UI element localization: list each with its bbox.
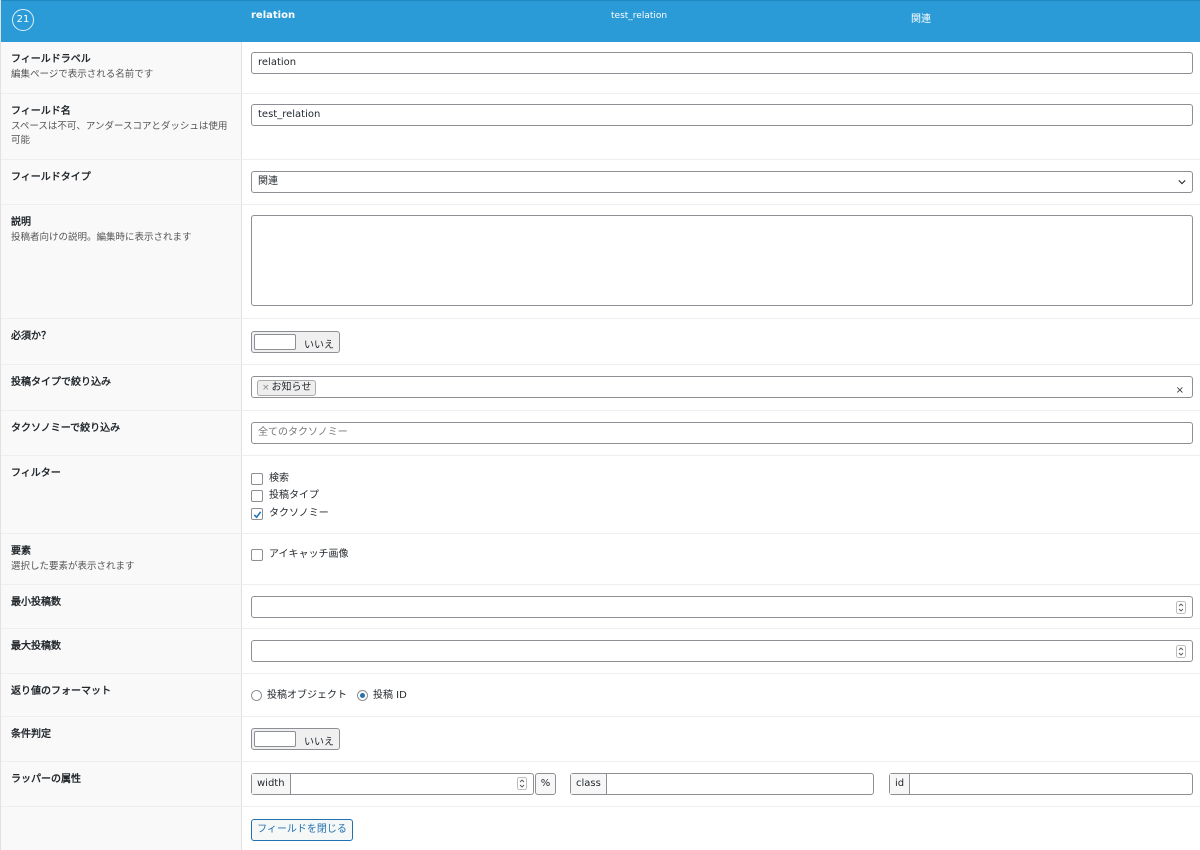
row-field-name: フィールド名 スペースは不可、アンダースコアとダッシュは使用可能 test_re… [1,94,1200,160]
field-name-title: フィールド名 [11,106,71,117]
clear-selection-icon[interactable]: × [1176,381,1184,401]
post-object-radio[interactable] [251,690,262,701]
return-option-post-object[interactable]: 投稿オブジェクト [251,689,351,703]
filter-taxonomy-label: タクソノミー [269,508,329,519]
row-return-format: 返り値のフォーマット 投稿オブジェクト 投稿 ID [1,674,1200,717]
row-post-type: 投稿タイプで絞り込み × お知らせ × [1,365,1200,411]
field-type-select[interactable]: 関連 [251,171,1193,193]
close-field-button[interactable]: フィールドを閉じる [251,819,353,841]
row-footer: フィールドを閉じる [1,807,1200,850]
instructions-title: 説明 [11,217,31,228]
checkmark-icon [253,511,262,519]
row-conditional: 条件判定 いいえ [1,717,1200,762]
header-field-type: 関連 [911,14,931,25]
tag-remove-icon[interactable]: × [262,383,270,393]
row-max-posts: 最大投稿数 [1,629,1200,674]
chevron-down-icon [1178,180,1186,185]
max-posts-title: 最大投稿数 [11,641,61,652]
taxonomy-select[interactable]: 全てのタクソノミー [251,422,1193,444]
row-wrapper: ラッパーの属性 width % class id [1,762,1200,807]
conditional-title: 条件判定 [11,729,51,740]
field-label-title: フィールドラベル [11,54,91,65]
field-type-title: フィールドタイプ [11,172,91,183]
number-spinner-icon[interactable] [1176,645,1186,658]
wrapper-width-input[interactable]: width [251,773,534,795]
elements-title: 要素 [11,546,31,557]
required-toggle[interactable]: いいえ [251,331,340,353]
instructions-desc: 投稿者向けの説明。編集時に表示されます [11,232,192,243]
field-label-desc: 編集ページで表示される名前です [11,69,154,80]
elements-desc: 選択した要素が表示されます [11,561,135,572]
row-elements: 要素 選択した要素が表示されます アイキャッチ画像 [1,534,1200,585]
required-title: 必須か？ [11,331,51,342]
wrapper-width-label: width [252,774,291,794]
return-option-post-id[interactable]: 投稿 ID [357,689,417,703]
taxonomy-placeholder: 全てのタクソノミー [258,427,348,438]
number-spinner-icon[interactable] [517,777,527,790]
field-type-value: 関連 [258,176,278,187]
featured-image-label: アイキャッチ画像 [269,549,349,560]
post-type-title: 投稿タイプで絞り込み [11,377,111,388]
min-posts-input[interactable] [251,596,1193,618]
filter-taxonomy-checkbox[interactable] [251,508,263,520]
min-posts-title: 最小投稿数 [11,597,61,608]
row-instructions: 説明 投稿者向けの説明。編集時に表示されます [1,205,1200,319]
return-format-title: 返り値のフォーマット [11,686,111,697]
wrapper-class-input[interactable]: class [570,773,874,795]
filter-post-type-label: 投稿タイプ [269,490,319,501]
wrapper-title: ラッパーの属性 [11,774,81,785]
post-type-multiselect[interactable]: × お知らせ × [251,376,1193,398]
number-spinner-icon[interactable] [1176,601,1186,614]
featured-image-checkbox[interactable] [251,549,263,561]
filter-post-type-checkbox[interactable] [251,490,263,502]
toggle-knob [254,731,296,747]
field-editor: 21 relation test_relation 関連 フィールドラベル 編集… [0,0,1200,850]
required-toggle-label: いいえ [304,340,334,351]
field-label-input[interactable]: relation [251,52,1193,74]
toggle-knob [254,334,296,350]
wrapper-width-unit: % [535,773,556,795]
header-field-label[interactable]: relation [251,10,295,21]
wrapper-class-label: class [571,774,607,794]
post-id-radio[interactable] [357,690,368,701]
conditional-toggle[interactable]: いいえ [251,728,340,750]
field-name-desc: スペースは不可、アンダースコアとダッシュは使用可能 [11,121,228,146]
field-header[interactable]: 21 relation test_relation 関連 [1,0,1200,42]
row-min-posts: 最小投稿数 [1,585,1200,629]
post-type-tag-label: お知らせ [271,382,312,393]
instructions-textarea[interactable] [251,215,1193,306]
row-field-type: フィールドタイプ 関連 [1,160,1200,205]
wrapper-id-input[interactable]: id [889,773,1193,795]
taxonomy-title: タクソノミーで絞り込み [11,423,121,434]
field-name-input[interactable]: test_relation [251,104,1193,126]
wrapper-id-label: id [890,774,911,794]
post-type-tag[interactable]: × お知らせ [257,380,317,396]
header-field-name: test_relation [611,11,668,21]
row-field-label: フィールドラベル 編集ページで表示される名前です relation [1,42,1200,94]
post-object-label: 投稿オブジェクト [267,690,347,701]
filters-title: フィルター [11,468,61,479]
row-filters: フィルター 検索 投稿タイプ タクソノミー [1,456,1200,534]
row-required: 必須か？ いいえ [1,319,1200,365]
field-order-badge: 21 [12,9,34,31]
post-id-label: 投稿 ID [373,690,407,701]
max-posts-input[interactable] [251,640,1193,662]
filter-search-checkbox[interactable] [251,473,263,485]
conditional-toggle-label: いいえ [304,737,334,748]
filter-search-label: 検索 [269,473,289,484]
row-taxonomy: タクソノミーで絞り込み 全てのタクソノミー [1,411,1200,456]
